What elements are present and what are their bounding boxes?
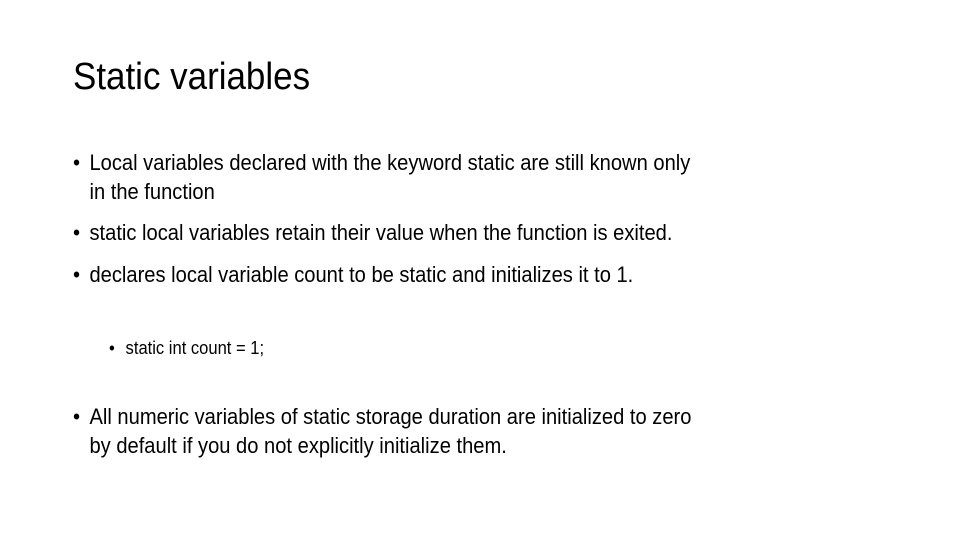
slide-title: Static variables	[73, 56, 311, 98]
bullet-line: All numeric variables of static storage …	[89, 404, 692, 429]
bullet-text: static local variables retain their valu…	[89, 218, 672, 247]
bullet-text: declares local variable count to be stat…	[89, 260, 633, 289]
bullet-icon: •	[73, 404, 81, 429]
bullet-text: All numeric variables of static storage …	[89, 402, 691, 460]
bullet-line: static local variables retain their valu…	[89, 220, 673, 245]
bullet-icon: •	[73, 220, 81, 245]
bullet-line: in the function	[89, 179, 215, 204]
bullet-icon: •	[109, 338, 115, 358]
bullet-text: Local variables declared with the keywor…	[89, 148, 690, 206]
bullet-line: by default if you do not explicitly init…	[89, 433, 507, 458]
bullet-line: Local variables declared with the keywor…	[89, 150, 691, 175]
bullet-icon: •	[73, 262, 81, 287]
bullet-icon: •	[73, 150, 81, 175]
bullet-line: static int count = 1;	[125, 338, 265, 358]
code-snippet: static int count = 1;	[126, 336, 265, 360]
bullet-line: declares local variable count to be stat…	[89, 262, 634, 287]
slide: Static variables • Local variables decla…	[0, 0, 960, 540]
